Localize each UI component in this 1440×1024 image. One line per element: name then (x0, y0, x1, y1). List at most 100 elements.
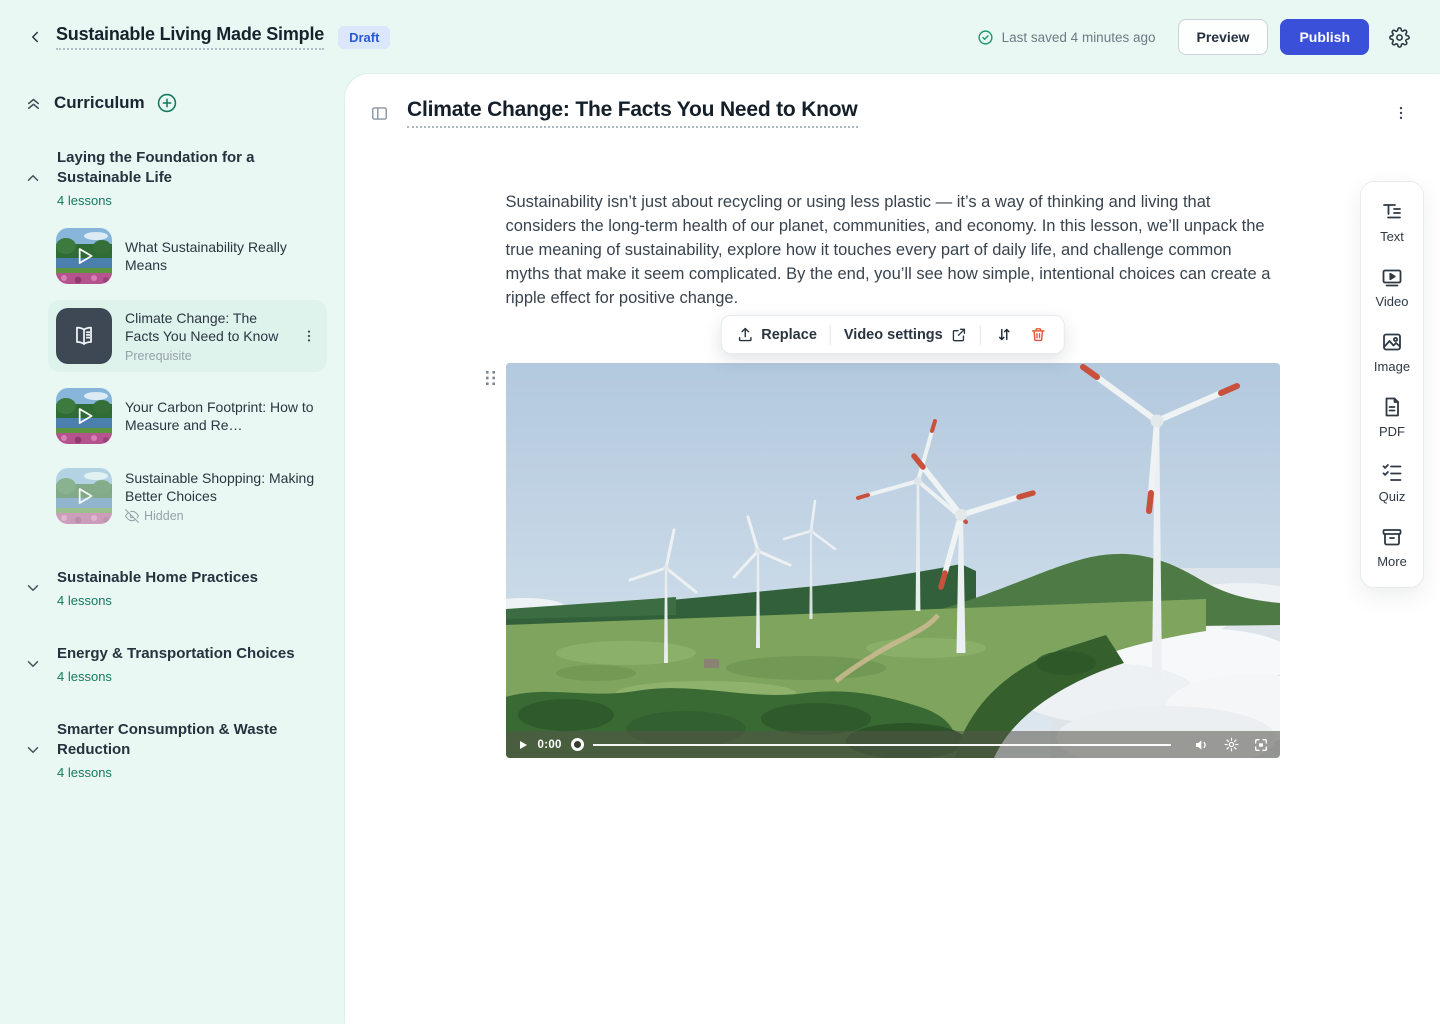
image-icon (1380, 330, 1404, 354)
last-saved-text: Last saved 4 minutes ago (1002, 30, 1156, 45)
page-title[interactable]: Climate Change: The Facts You Need to Kn… (407, 98, 858, 128)
section-title[interactable]: Laying the Foundation for a Sustainable … (57, 148, 327, 188)
course-title[interactable]: Sustainable Living Made Simple (56, 24, 324, 50)
chevron-down-icon[interactable] (24, 655, 46, 673)
add-image-block-button[interactable]: Image (1374, 330, 1410, 374)
external-link-icon (951, 327, 967, 343)
trash-icon (1030, 326, 1047, 343)
add-quiz-block-button[interactable]: Quiz (1379, 460, 1406, 504)
lesson-editor: Climate Change: The Facts You Need to Kn… (345, 74, 1440, 1024)
delete-block-button[interactable] (1028, 324, 1049, 345)
toolbar-divider (980, 325, 981, 345)
video-still-wind-turbines (506, 363, 1280, 758)
section-title[interactable]: Sustainable Home Practices (57, 568, 327, 588)
drag-handle[interactable] (484, 369, 498, 387)
curriculum-section: Sustainable Home Practices 4 lessons (24, 568, 327, 608)
section-lesson-count: 4 lessons (57, 593, 327, 608)
section-title[interactable]: Energy & Transportation Choices (57, 644, 327, 664)
chevron-left-icon (26, 28, 44, 46)
lesson-title: Sustainable Shopping: Making Better Choi… (125, 469, 319, 505)
curriculum-section: Energy & Transportation Choices 4 lesson… (24, 644, 327, 684)
lesson-title: What Sustainability Really Means (125, 238, 319, 274)
kebab-icon (301, 328, 317, 344)
toolbar-divider (830, 325, 831, 345)
play-icon (56, 228, 112, 284)
panel-left-icon (370, 104, 389, 123)
lesson-options-button[interactable] (1390, 102, 1412, 124)
pdf-icon (1380, 395, 1404, 419)
lesson-item-selected[interactable]: Climate Change: The Facts You Need to Kn… (48, 300, 327, 372)
quiz-icon (1380, 460, 1404, 484)
book-open-icon (71, 323, 97, 349)
collapse-all-button[interactable] (24, 94, 43, 113)
lesson-paragraph[interactable]: Sustainability isn’t just about recyclin… (506, 190, 1280, 310)
kebab-icon (1392, 104, 1410, 122)
video-controls-bar: 0:00 (506, 731, 1280, 758)
lesson-reading-tile (56, 308, 112, 364)
chevron-up-icon[interactable] (24, 169, 46, 187)
lesson-item-hidden[interactable]: Sustainable Shopping: Making Better Choi… (48, 460, 327, 532)
fullscreen-button[interactable] (1253, 737, 1269, 753)
check-circle-icon (977, 29, 994, 46)
curriculum-heading: Curriculum (54, 93, 145, 113)
playback-time: 0:00 (538, 739, 562, 751)
section-lesson-count: 4 lessons (57, 193, 327, 208)
block-palette: Text Video Image PDF Quiz More (1360, 181, 1424, 588)
settings-button[interactable] (1385, 23, 1414, 52)
curriculum-sidebar: Curriculum Laying the Foundation for a S… (0, 74, 345, 1024)
lesson-video-thumbnail (56, 388, 112, 444)
block-toolbar: Replace Video settings (720, 315, 1064, 354)
video-icon (1380, 265, 1404, 289)
text-icon (1380, 200, 1404, 224)
topbar: Sustainable Living Made Simple Draft Las… (0, 0, 1440, 74)
section-lesson-count: 4 lessons (57, 669, 327, 684)
upload-icon (736, 326, 753, 343)
replace-label: Replace (761, 327, 817, 343)
video-player[interactable]: 0:00 (506, 363, 1280, 758)
gear-icon (1389, 27, 1410, 48)
play-button[interactable] (517, 739, 529, 751)
lesson-item[interactable]: What Sustainability Really Means (48, 220, 327, 292)
plus-circle-icon (156, 92, 178, 114)
lesson-menu-button[interactable] (299, 326, 319, 346)
back-button[interactable] (22, 24, 48, 50)
publish-button[interactable]: Publish (1280, 19, 1369, 55)
move-block-button[interactable] (994, 324, 1015, 345)
preview-button[interactable]: Preview (1178, 19, 1269, 55)
lesson-meta-text: Hidden (144, 509, 184, 523)
lesson-item[interactable]: Your Carbon Footprint: How to Measure an… (48, 380, 327, 452)
section-title[interactable]: Smarter Consumption & Waste Reduction (57, 720, 327, 760)
scrubber-knob[interactable] (571, 738, 584, 751)
video-settings-button[interactable]: Video settings (844, 327, 967, 343)
play-icon (56, 388, 112, 444)
add-text-block-button[interactable]: Text (1380, 200, 1404, 244)
add-pdf-block-button[interactable]: PDF (1379, 395, 1405, 439)
chevron-down-icon[interactable] (24, 579, 46, 597)
replace-video-button[interactable]: Replace (736, 326, 817, 343)
grip-dots-icon (484, 369, 498, 387)
add-section-button[interactable] (156, 92, 178, 114)
player-settings-button[interactable] (1224, 737, 1239, 752)
play-icon (517, 739, 529, 751)
fullscreen-icon (1253, 737, 1269, 753)
lesson-title: Your Carbon Footprint: How to Measure an… (125, 398, 319, 434)
chevron-down-icon[interactable] (24, 741, 46, 759)
curriculum-section: Laying the Foundation for a Sustainable … (24, 148, 327, 532)
section-lesson-count: 4 lessons (57, 765, 327, 780)
lesson-title: Climate Change: The Facts You Need to Kn… (125, 309, 286, 345)
toggle-sidebar-button[interactable] (366, 100, 393, 127)
progress-track[interactable] (593, 744, 1171, 746)
volume-button[interactable] (1194, 737, 1210, 753)
add-more-block-button[interactable]: More (1377, 525, 1407, 569)
add-video-block-button[interactable]: Video (1375, 265, 1408, 309)
curriculum-section: Smarter Consumption & Waste Reduction 4 … (24, 720, 327, 780)
double-chevron-up-icon (24, 94, 43, 113)
more-icon (1380, 525, 1404, 549)
lesson-video-thumbnail (56, 228, 112, 284)
status-badge: Draft (338, 26, 390, 49)
eye-off-icon (125, 509, 139, 523)
autosave-status: Last saved 4 minutes ago (977, 29, 1156, 46)
gear-icon (1224, 737, 1239, 752)
play-icon (56, 468, 112, 524)
lesson-video-thumbnail (56, 468, 112, 524)
